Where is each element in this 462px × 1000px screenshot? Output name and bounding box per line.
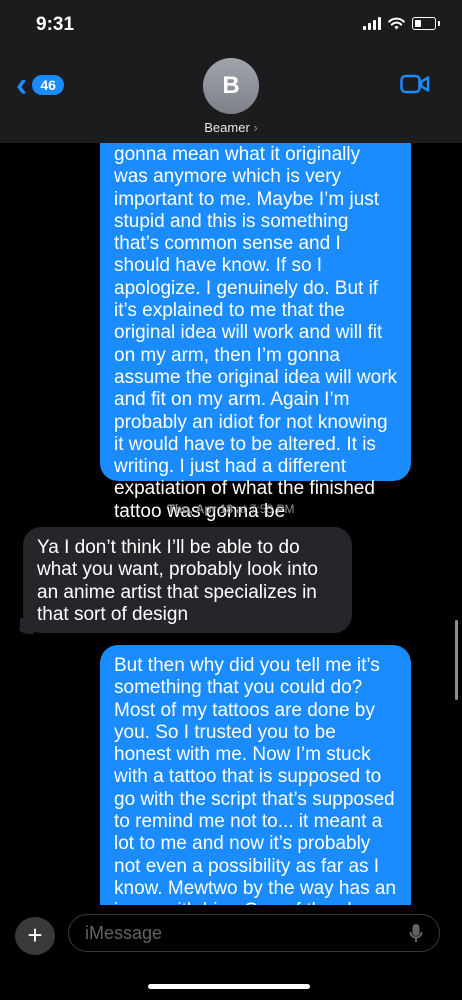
wifi-icon — [388, 17, 405, 30]
scroll-indicator — [455, 620, 458, 700]
battery-tip — [438, 21, 440, 26]
timestamp-day: Thu, Apr 18 — [167, 502, 234, 516]
contact-avatar[interactable]: B — [203, 58, 259, 114]
contact-name-label: Beamer — [204, 120, 250, 135]
chevron-left-icon: ‹ — [16, 66, 28, 104]
message-input-placeholder: iMessage — [85, 923, 163, 943]
timestamp-at: at — [236, 502, 247, 516]
status-time: 9:31 — [36, 14, 75, 35]
back-button[interactable]: ‹ 46 — [16, 66, 64, 104]
facetime-video-icon[interactable] — [400, 74, 430, 94]
sent-message-bubble[interactable]: gonna mean what it originally was anymor… — [100, 100, 411, 522]
microphone-icon[interactable] — [409, 923, 423, 944]
battery-icon — [412, 17, 436, 30]
received-message-bubble[interactable]: Ya I don’t think I’ll be able to do what… — [23, 527, 352, 633]
chevron-right-icon: › — [253, 120, 258, 135]
unread-count-badge: 46 — [32, 75, 64, 95]
message-input[interactable]: iMessage — [68, 914, 440, 952]
conversation-header: 9:31 ‹ 46 B Beamer › — [0, 0, 462, 143]
timestamp-time: 7:53 PM — [249, 502, 295, 516]
cellular-signal-icon — [363, 17, 381, 30]
message-timestamp: Thu, Apr 18 at 7:53 PM — [0, 502, 462, 516]
home-indicator — [148, 984, 310, 989]
contact-name[interactable]: Beamer › — [0, 120, 462, 135]
received-bubble-tail-cut — [6, 614, 20, 636]
sent-message-bubble[interactable]: But then why did you tell me it’s someth… — [100, 645, 411, 945]
status-icons — [363, 17, 440, 30]
add-attachment-button[interactable]: + — [15, 917, 55, 955]
